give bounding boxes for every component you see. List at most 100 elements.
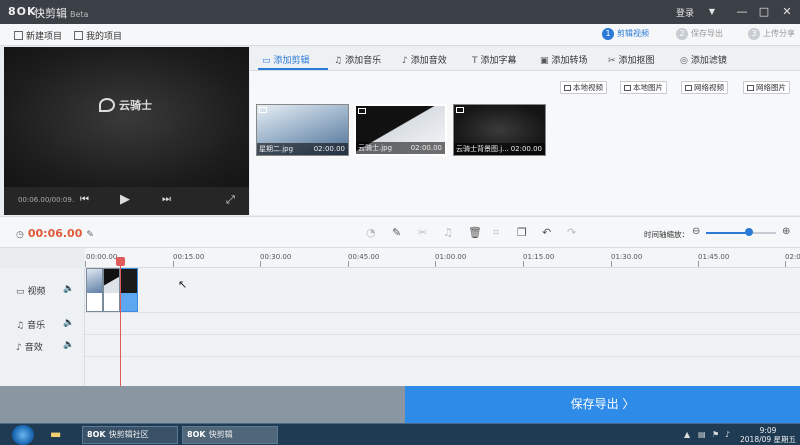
speed-icon[interactable]: ◔ [366,226,376,239]
local-image-button[interactable]: 本地图片 [620,81,667,94]
app-mini-logo-icon: 8OK [87,430,106,439]
login-link[interactable]: 登录 [676,6,694,19]
web-image-button[interactable]: 网络图片 [743,81,790,94]
pencil-icon[interactable]: ✎ [392,226,401,239]
text-icon: T [472,56,478,66]
next-frame-icon[interactable]: ⏭ [162,194,171,205]
zoom-slider-handle[interactable] [745,228,754,236]
edit-toolbar: ◷ 00:06.00 ✎ ◔ ✎ ✂ ♫ 🗑 ⌗ ❐ ↶ ↷ 时间轴缩放： ⊖ ⊕ [0,216,800,248]
step-save-export[interactable]: 2 保存导出 [676,28,723,40]
media-tabs: ▭ 添加剪辑 ♫ 添加音乐 ♪ 添加音效 T 添加字幕 ▣ 添加转场 ✂ 添加抠图 ◎ 添加滤… [250,47,800,71]
volume-icon[interactable]: ♪ [725,430,730,439]
tab-add-subtitle[interactable]: T 添加字幕 [472,53,517,66]
edit-time-icon[interactable]: ✎ [86,230,94,240]
tab-add-clip[interactable]: ▭ 添加剪辑 [262,53,310,66]
track-label-music: ♫ 音乐 [16,321,46,331]
play-icon[interactable]: ▶ [120,192,130,207]
undo-icon[interactable]: ↶ [542,226,551,239]
timeline-tracks [85,268,800,386]
fullscreen-icon[interactable]: ⤢ [226,193,235,207]
media-thumbnail[interactable]: 云骑士.jpg 02:00.00 [354,104,447,156]
sound-effect-track-icon: ♪ [16,343,22,353]
timeline-clip[interactable] [86,268,103,312]
thumbnail-name: 星期二.jpg [259,145,294,153]
local-video-button[interactable]: 本地视频 [560,81,607,94]
taskbar-clock[interactable]: 9:09 2018/09 星期五 [740,426,796,444]
ruler-tick-label: 00:00.00 [86,253,118,261]
web-video-icon [685,85,692,91]
bell-icon[interactable]: ♫ [443,226,453,239]
media-thumbnail[interactable]: 星期二.jpg 02:00.00 [256,104,349,156]
redo-icon[interactable]: ↷ [567,226,576,239]
clock-icon: ◷ [16,230,24,240]
flag-icon[interactable]: ⚑ [712,430,719,439]
preview-screen: 云骑士 [4,47,249,187]
tab-add-cutout[interactable]: ✂ 添加抠图 [608,53,655,66]
transition-icon: ▣ [540,56,549,66]
zoom-in-icon[interactable]: ⊕ [782,226,790,237]
timeline-clip[interactable] [103,268,120,312]
taskbar-app-community[interactable]: 8OK 快剪辑社区 [82,426,178,444]
video-track-icon: ▭ [16,287,25,297]
save-export-button[interactable]: 保存导出 〉 [405,386,800,423]
start-button-icon[interactable] [12,425,34,445]
image-type-icon [259,107,267,113]
minimize-icon[interactable]: — [733,3,751,21]
my-projects-button[interactable]: 我的项目 [74,29,122,42]
menu-icon[interactable]: ▼ [703,3,721,21]
video-preview: 云骑士 00:06.00/00:09. ⏮ ▶ ⏭ ⤢ [4,47,249,215]
trash-icon[interactable]: 🗑 [468,226,482,239]
ruler-tick-label: 01:00.00 [435,253,467,261]
playhead-handle[interactable] [116,257,125,266]
tab-add-sound-effect[interactable]: ♪ 添加音效 [402,53,447,66]
network-icon[interactable]: ▤ [698,430,706,439]
playhead-line[interactable] [120,258,121,386]
web-video-button[interactable]: 网络视频 [681,81,728,94]
tab-add-filter[interactable]: ◎ 添加滤镜 [680,53,727,66]
timeline-ruler[interactable]: 00:00.00 00:15.00 00:30.00 00:45.00 01:0… [85,248,800,268]
preview-brand: 云骑士 [99,97,152,113]
media-panel: ▭ 添加剪辑 ♫ 添加音乐 ♪ 添加音效 T 添加字幕 ▣ 添加转场 ✂ 添加抠图 ◎ 添加滤… [250,47,800,215]
ruler-tick-label: 00:30.00 [260,253,292,261]
maximize-icon[interactable]: □ [755,3,773,21]
speaker-icon[interactable]: 🔈 [63,340,74,350]
sound-effect-track[interactable] [85,335,800,357]
step-edit-video[interactable]: 1 剪辑视频 [602,28,649,40]
timeline-clip-selected[interactable] [120,268,138,312]
tray-up-icon[interactable]: ▲ [684,430,690,439]
preview-timecode: 00:06.00/00:09. [18,196,75,204]
thumbnail-name: 云骑士背景图.j... [456,145,509,153]
app-logo: 8OK [8,5,37,18]
scissors-icon[interactable]: ✂ [418,226,427,239]
speaker-icon[interactable]: 🔈 [63,318,74,328]
copy-icon[interactable]: ❐ [517,226,527,239]
file-explorer-icon[interactable]: ▬ [50,427,61,441]
ruler-tick-label: 02:0 [785,253,800,261]
ruler-tick-label: 00:45.00 [348,253,380,261]
crop-icon[interactable]: ⌗ [493,226,499,240]
image-type-icon [456,107,464,113]
ruler-tick-label: 01:45.00 [698,253,730,261]
image-type-icon [358,108,366,114]
music-track[interactable] [85,313,800,335]
taskbar: ▬ 8OK 快剪辑社区 8OK 快剪辑 ▲ ▤ ⚑ ♪ 9:09 2018/09 星期… [0,423,800,445]
new-project-button[interactable]: 新建项目 [14,29,62,42]
ruler-tick-label: 01:15.00 [523,253,555,261]
video-track[interactable] [85,268,800,313]
app-title: 快剪辑 Beta [34,7,89,20]
taskbar-app-editor[interactable]: 8OK 快剪辑 [182,426,278,444]
mouse-cursor-icon: ↖ [178,278,188,291]
player-controls: 00:06.00/00:09. ⏮ ▶ ⏭ ⤢ [4,187,249,215]
close-icon[interactable]: ✕ [778,3,796,21]
step-upload-share[interactable]: 3 上传分享 [748,28,795,40]
media-thumbnail[interactable]: 云骑士背景图.j... 02:00.00 [453,104,546,156]
tab-add-music[interactable]: ♫ 添加音乐 [334,53,381,66]
thumbnail-duration: 02:00.00 [410,144,442,152]
top-toolbar: 新建项目 我的项目 1 剪辑视频 2 保存导出 3 上传分享 [0,24,800,46]
speaker-icon[interactable]: 🔈 [63,284,74,294]
zoom-out-icon[interactable]: ⊖ [692,226,700,237]
prev-frame-icon[interactable]: ⏮ [80,194,89,205]
track-headers: ▭ 视频 🔈 ♫ 音乐 🔈 ♪ 音效 🔈 [0,268,85,386]
tab-add-transition[interactable]: ▣ 添加转场 [540,53,588,66]
ruler-tick-label: 00:15.00 [173,253,205,261]
